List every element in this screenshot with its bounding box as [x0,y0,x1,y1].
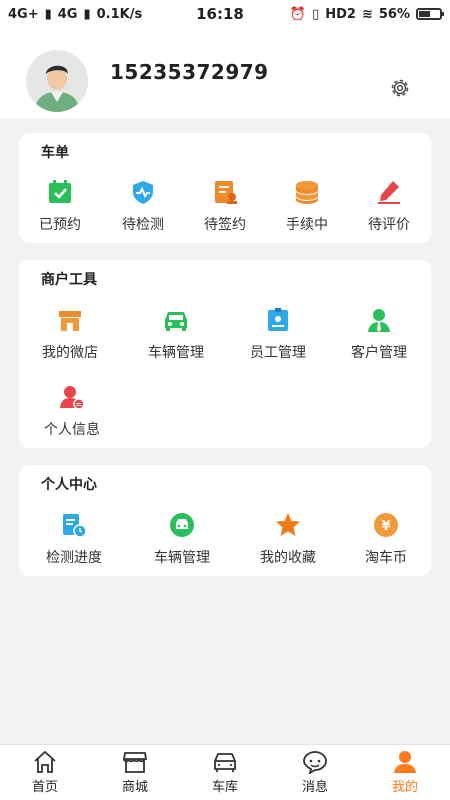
hd-indicator: HD2 [325,6,356,22]
battery-percent: 56% [378,6,410,22]
id-badge-icon [264,306,292,334]
merchant-tools-title: 商户工具 [41,272,97,288]
vibrate-icon: ▯ [312,6,320,22]
tool-personal-info-label: 个人信息 [44,422,100,438]
tool-my-shop[interactable]: 我的微店 [30,306,110,362]
order-pending-inspection-label: 待检测 [122,217,164,233]
tab-mine-label: 我的 [391,780,418,795]
tool-customer-management[interactable]: 客户管理 [339,306,419,362]
tab-mall-label: 商城 [121,780,148,795]
tab-mall[interactable]: 商城 [90,745,180,800]
wifi-icon: ≋ [361,6,373,22]
personal-center-title: 个人中心 [41,477,97,493]
tab-home-label: 首页 [31,780,58,795]
tool-vehicle-management[interactable]: 车辆管理 [136,306,216,362]
star-icon [274,511,302,539]
person-icon [365,306,393,334]
tool-personal-info[interactable]: 个人信息 [32,383,112,439]
profile-header: 15235372979 [0,28,450,118]
user-icon [394,751,416,773]
tool-my-shop-label: 我的微店 [42,345,98,361]
tab-home[interactable]: 首页 [0,745,90,800]
pc-my-favorites[interactable]: 我的收藏 [248,511,328,567]
tool-customer-management-label: 客户管理 [351,345,407,361]
pc-taoche-coins-label: 淘车币 [365,550,407,566]
pc-my-favorites-label: 我的收藏 [260,550,316,566]
user-avatar-icon [26,50,88,112]
home-icon [34,750,56,773]
alarm-icon: ⏰ [289,6,307,22]
order-pending-review-label: 待评价 [368,217,410,233]
signal-4g: 4G [57,6,78,22]
signal-icon: ▮ [44,6,52,22]
shop-icon [122,752,148,773]
tab-garage[interactable]: 车库 [180,745,270,800]
pc-inspection-progress[interactable]: 检测进度 [34,511,114,567]
tab-garage-label: 车库 [211,780,238,795]
order-pending-sign-label: 待签约 [204,217,246,233]
yuan-coin-icon: ¥ [372,511,400,539]
settings-gear-icon[interactable] [388,76,412,100]
battery-icon [416,8,444,20]
status-time: 16:18 [196,5,244,23]
contract-stamp-icon [211,178,239,206]
car-circle-icon [168,511,196,539]
pc-vehicle-management[interactable]: 车辆管理 [142,511,222,567]
bottom-tab-bar: 首页 商城 车库 消息 我的 [0,744,450,800]
user-card-icon [58,383,86,411]
order-booked[interactable]: 已预约 [20,178,100,234]
car-icon [162,306,190,334]
signal-4g-plus: 4G+ [8,6,39,22]
merchant-tools-card: 商户工具 我的微店 车辆管理 员工管理 客户管理 个人信息 [19,260,431,448]
orders-title: 车单 [41,145,69,161]
order-pending-inspection[interactable]: 待检测 [103,178,183,234]
tab-messages-label: 消息 [301,780,328,795]
gear-icon [391,79,409,97]
phone-number: 15235372979 [110,60,269,84]
pc-taoche-coins[interactable]: ¥ 淘车币 [346,511,426,567]
order-processing[interactable]: 手续中 [267,178,347,234]
avatar[interactable] [26,50,88,112]
svg-text:¥: ¥ [381,519,390,534]
shield-pulse-icon [129,178,157,206]
pc-inspection-progress-label: 检测进度 [46,550,102,566]
tool-staff-management-label: 员工管理 [250,345,306,361]
status-bar: 4G+ ▮ 4G ▮ 0.1K/s 16:18 ⏰ ▯ HD2 ≋ 56% [0,0,450,28]
coin-stack-icon [293,178,321,206]
tab-messages[interactable]: 消息 [270,745,360,800]
pen-icon [375,178,403,206]
tool-vehicle-management-label: 车辆管理 [148,345,204,361]
pc-vehicle-management-label: 车辆管理 [154,550,210,566]
order-processing-label: 手续中 [286,217,328,233]
garage-car-icon [214,753,236,772]
order-booked-label: 已预约 [39,217,81,233]
tab-mine[interactable]: 我的 [360,745,450,800]
order-pending-sign[interactable]: 待签约 [185,178,265,234]
storefront-icon [56,306,84,334]
chat-bubble-icon [303,751,327,774]
order-pending-review[interactable]: 待评价 [349,178,429,234]
orders-card: 车单 已预约 待检测 待签约 手续中 待评价 [19,133,431,243]
calendar-check-icon [46,178,74,206]
net-speed: 0.1K/s [96,6,143,22]
signal-icon: ▮ [83,6,91,22]
tool-staff-management[interactable]: 员工管理 [238,306,318,362]
personal-center-card: 个人中心 检测进度 车辆管理 我的收藏 ¥ 淘车币 [19,465,431,576]
document-clock-icon [60,511,88,539]
